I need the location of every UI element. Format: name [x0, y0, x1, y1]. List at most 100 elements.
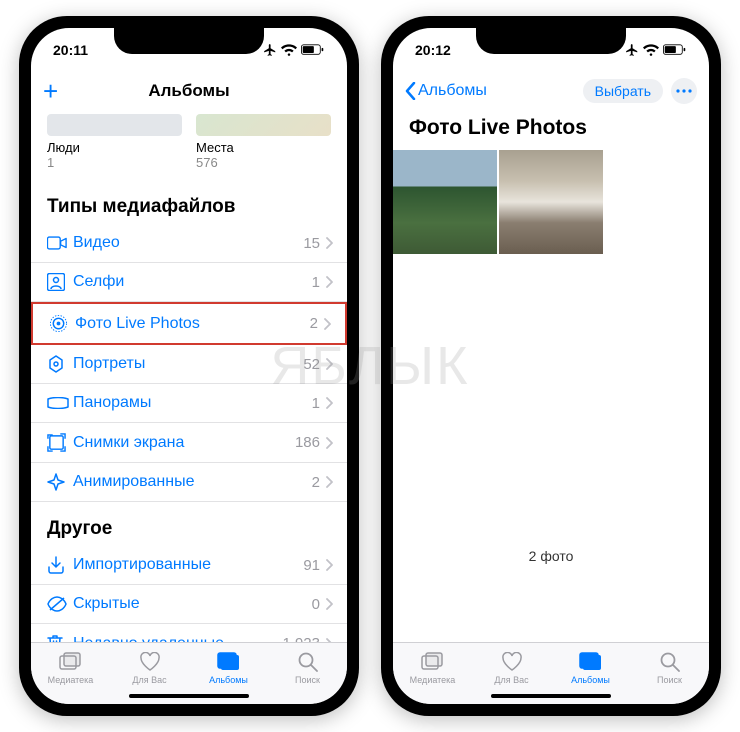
photo-grid — [393, 150, 709, 254]
status-icons — [625, 43, 687, 57]
row-count: 2 — [310, 315, 318, 332]
search-icon — [298, 651, 318, 673]
phone-left: 20:11 + Альбомы Люди 1 — [19, 16, 359, 716]
tab-foryou[interactable]: Для Вас — [110, 643, 189, 692]
tab-label: Поиск — [657, 675, 682, 685]
album-label: Люди — [47, 140, 182, 155]
row-count: 1 — [312, 395, 320, 412]
tab-search[interactable]: Поиск — [630, 643, 709, 692]
row-count: 1 — [312, 274, 320, 291]
album-detail-title: Фото Live Photos — [393, 110, 709, 150]
row-count: 2 — [312, 474, 320, 491]
media-row-pano[interactable]: Панорамы1 — [31, 384, 347, 423]
notch — [114, 28, 264, 54]
airplane-icon — [263, 43, 277, 57]
portrait-icon — [47, 355, 73, 373]
section-media-types: Типы медиафайлов — [31, 180, 347, 224]
row-count: 186 — [295, 434, 320, 451]
battery-icon — [663, 44, 687, 56]
row-count: 0 — [312, 596, 320, 613]
library-icon — [421, 651, 445, 673]
select-button[interactable]: Выбрать — [583, 79, 663, 103]
nav-bar-left: + Альбомы — [31, 72, 347, 110]
tab-albums[interactable]: Альбомы — [189, 643, 268, 692]
album-count: 576 — [196, 155, 331, 170]
tab-foryou[interactable]: Для Вас — [472, 643, 551, 692]
media-row-livephoto[interactable]: Фото Live Photos2 — [31, 302, 347, 345]
chevron-right-icon — [326, 276, 333, 288]
media-row-selfie[interactable]: Селфи1 — [31, 263, 347, 302]
album-thumb-people — [47, 114, 182, 136]
animated-icon — [47, 473, 73, 491]
tab-label: Альбомы — [571, 675, 610, 685]
tab-label: Поиск — [295, 675, 320, 685]
other-row-hidden[interactable]: Скрытые0 — [31, 585, 347, 624]
livephoto-icon — [49, 314, 75, 333]
chevron-right-icon — [326, 476, 333, 488]
home-indicator[interactable] — [491, 694, 611, 698]
battery-icon — [301, 44, 325, 56]
photo-count-footer: 2 фото — [393, 548, 709, 564]
ellipsis-icon — [676, 89, 692, 93]
pano-icon — [47, 397, 73, 409]
row-label: Недавно удаленные — [73, 635, 282, 643]
album-label: Места — [196, 140, 331, 155]
home-indicator[interactable] — [129, 694, 249, 698]
tab-label: Альбомы — [209, 675, 248, 685]
tab-label: Для Вас — [132, 675, 166, 685]
row-label: Портреты — [73, 355, 303, 373]
other-row-trash[interactable]: Недавно удаленные1 923 — [31, 624, 347, 642]
tab-albums[interactable]: Альбомы — [551, 643, 630, 692]
back-button[interactable]: Альбомы — [405, 82, 487, 100]
chevron-right-icon — [326, 437, 333, 449]
album-places[interactable]: Места 576 — [196, 114, 331, 170]
screenshot-icon — [47, 433, 73, 452]
tab-library[interactable]: Медиатека — [393, 643, 472, 692]
content-right[interactable]: Фото Live Photos 2 фото — [393, 110, 709, 642]
content-left[interactable]: Люди 1 Места 576 Типы медиафайлов Видео1… — [31, 110, 347, 642]
tab-library[interactable]: Медиатека — [31, 643, 110, 692]
row-count: 91 — [303, 557, 320, 574]
media-row-video[interactable]: Видео15 — [31, 224, 347, 263]
status-icons — [263, 43, 325, 57]
chevron-right-icon — [326, 358, 333, 370]
wifi-icon — [281, 44, 297, 56]
photo-thumb-2[interactable] — [499, 150, 603, 254]
row-label: Видео — [73, 234, 303, 252]
foryou-icon — [501, 651, 523, 673]
media-row-portrait[interactable]: Портреты52 — [31, 345, 347, 384]
selfie-icon — [47, 273, 73, 291]
photo-thumb-1[interactable] — [393, 150, 497, 254]
album-count: 1 — [47, 155, 182, 170]
tab-search[interactable]: Поиск — [268, 643, 347, 692]
row-label: Селфи — [73, 273, 312, 291]
other-row-imported[interactable]: Импортированные91 — [31, 546, 347, 585]
media-row-screenshot[interactable]: Снимки экрана186 — [31, 423, 347, 463]
row-count: 15 — [303, 235, 320, 252]
row-count: 52 — [303, 356, 320, 373]
search-icon — [660, 651, 680, 673]
chevron-right-icon — [324, 318, 331, 330]
album-people[interactable]: Люди 1 — [47, 114, 182, 170]
row-label: Скрытые — [73, 595, 312, 613]
tab-label: Для Вас — [494, 675, 528, 685]
back-label: Альбомы — [418, 82, 487, 100]
row-count: 1 923 — [282, 635, 320, 642]
chevron-left-icon — [405, 82, 416, 100]
chevron-right-icon — [326, 598, 333, 610]
row-label: Анимированные — [73, 473, 312, 491]
chevron-right-icon — [326, 559, 333, 571]
add-button[interactable]: + — [43, 78, 58, 104]
more-button[interactable] — [671, 78, 697, 104]
media-row-animated[interactable]: Анимированные2 — [31, 463, 347, 502]
album-thumb-places — [196, 114, 331, 136]
status-time: 20:11 — [53, 42, 88, 58]
tab-label: Медиатека — [48, 675, 94, 685]
hidden-icon — [47, 596, 73, 612]
nav-bar-right: Альбомы Выбрать — [393, 72, 709, 110]
foryou-icon — [139, 651, 161, 673]
albums-icon — [217, 651, 241, 673]
airplane-icon — [625, 43, 639, 57]
wifi-icon — [643, 44, 659, 56]
imported-icon — [47, 556, 73, 574]
